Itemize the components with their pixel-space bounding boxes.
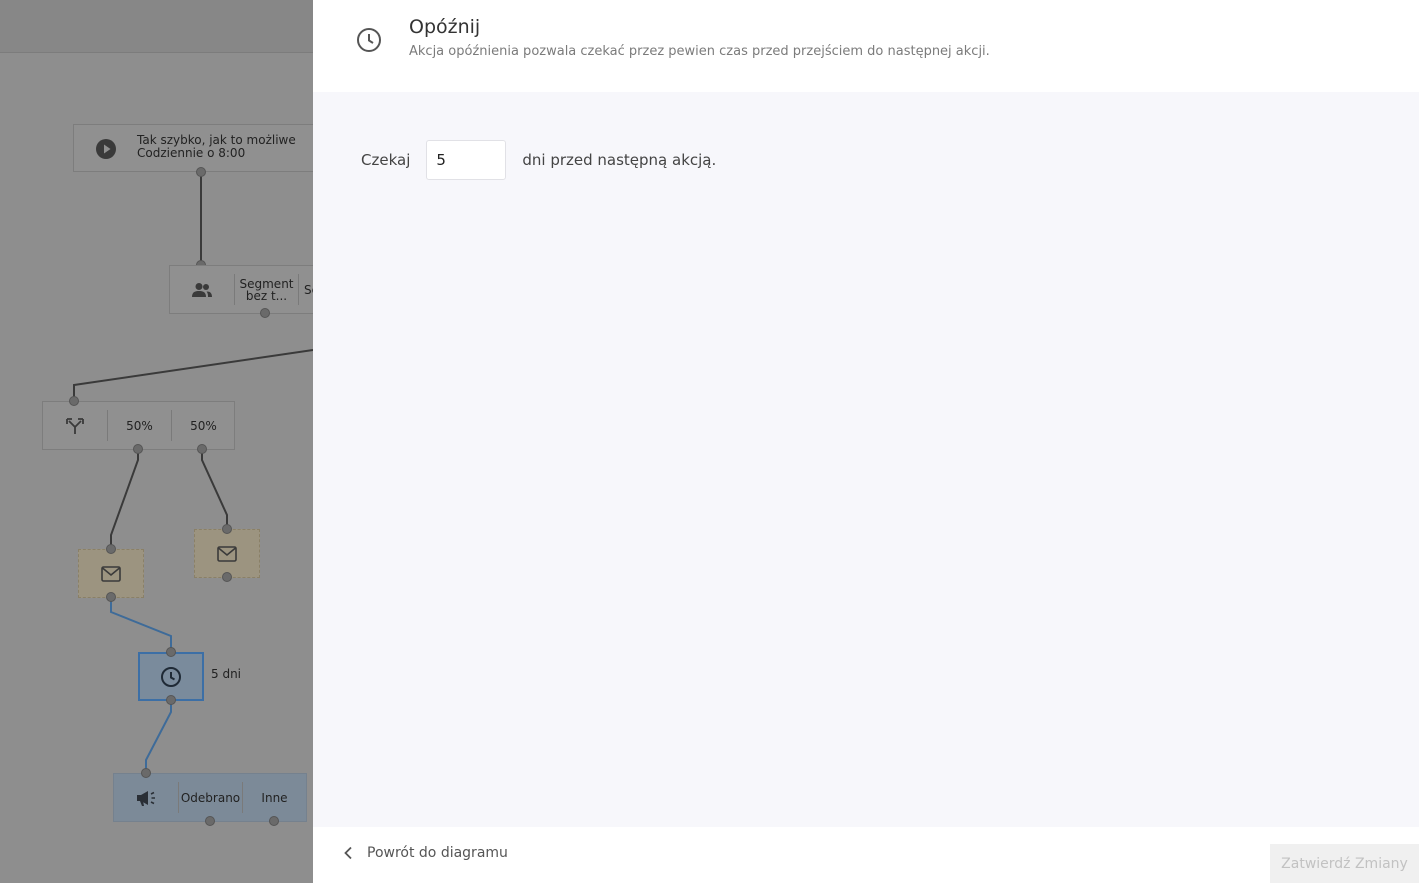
delay-node[interactable] xyxy=(138,652,204,701)
wire-split-email-a xyxy=(110,450,139,549)
campaign-input-port[interactable] xyxy=(141,768,151,778)
split-icon-cell xyxy=(43,402,107,449)
trigger-output-port[interactable] xyxy=(196,167,206,177)
split-branch-a[interactable]: 50% xyxy=(108,402,171,449)
wait-days-input[interactable] xyxy=(426,140,507,180)
split-input-port[interactable] xyxy=(69,396,79,406)
split-output-port-b[interactable] xyxy=(197,444,207,454)
trigger-line-2: Codziennie o 8:00 xyxy=(137,146,246,160)
wait-suffix-label: dni przed następną akcją. xyxy=(522,151,717,169)
panel-header: Opóźnij Akcja opóźnienia pozwala czekać … xyxy=(313,0,1419,92)
delay-output-port[interactable] xyxy=(166,695,176,705)
envelope-icon xyxy=(101,566,121,582)
back-to-diagram-label: Powrót do diagramu xyxy=(367,845,508,861)
panel-title: Opóźnij xyxy=(409,16,481,38)
campaign-branch-received[interactable]: Odebrano xyxy=(179,774,242,821)
wait-setting-row: Czekaj dni przed następną akcją. xyxy=(361,140,716,180)
wire-split-email-b xyxy=(201,450,228,529)
users-icon xyxy=(192,282,212,297)
trigger-node[interactable]: Tak szybko, jak to możliwe Codziennie o … xyxy=(73,124,313,172)
segment-branch-2[interactable]: Se... xyxy=(299,266,313,313)
email-a-output-port[interactable] xyxy=(106,592,116,602)
segment-branch-1[interactable]: Segment bez t... xyxy=(235,266,298,313)
chevron-left-icon xyxy=(344,846,352,860)
segment-node[interactable]: Segment bez t... Se... xyxy=(169,265,313,314)
play-icon xyxy=(96,139,116,159)
panel-footer: Powrót do diagramu Zatwierdź Zmiany xyxy=(313,827,1419,883)
delay-node-label: 5 dni xyxy=(211,667,242,681)
campaign-node[interactable]: Odebrano Inne xyxy=(113,773,307,822)
panel-description: Akcja opóźnienia pozwala czekać przez pe… xyxy=(409,44,990,59)
diagram-canvas[interactable]: Tak szybko, jak to możliwe Codziennie o … xyxy=(0,0,313,883)
wait-prefix-label: Czekaj xyxy=(361,151,411,169)
email-node-b[interactable] xyxy=(194,529,260,578)
campaign-output-port-other[interactable] xyxy=(269,816,279,826)
megaphone-icon xyxy=(137,790,155,806)
email-a-input-port[interactable] xyxy=(106,544,116,554)
back-to-diagram-button[interactable]: Powrót do diagramu xyxy=(343,845,508,861)
confirm-changes-button[interactable]: Zatwierdź Zmiany xyxy=(1270,844,1419,883)
campaign-output-port-received[interactable] xyxy=(205,816,215,826)
delay-input-port[interactable] xyxy=(166,647,176,657)
campaign-branch-other[interactable]: Inne xyxy=(243,774,306,821)
split-arrows-icon xyxy=(66,417,84,434)
segment-output-port[interactable] xyxy=(260,308,270,318)
segment-icon-cell xyxy=(170,266,234,313)
delay-settings-panel: Opóźnij Akcja opóźnienia pozwala czekać … xyxy=(313,0,1419,883)
trigger-text: Tak szybko, jak to możliwe Codziennie o … xyxy=(137,134,296,160)
clock-icon xyxy=(161,667,181,687)
split-output-port-a[interactable] xyxy=(133,444,143,454)
wire-segment-split xyxy=(73,349,313,401)
envelope-icon xyxy=(217,546,237,562)
split-branch-b[interactable]: 50% xyxy=(172,402,235,449)
email-b-output-port[interactable] xyxy=(222,572,232,582)
campaign-icon-cell xyxy=(114,774,178,821)
split-node[interactable]: 50% 50% xyxy=(42,401,235,450)
email-node-a[interactable] xyxy=(78,549,144,598)
wire-delay-campaign xyxy=(145,701,172,773)
wire-email-delay xyxy=(110,598,172,652)
email-b-input-port[interactable] xyxy=(222,524,232,534)
clock-icon xyxy=(357,28,381,52)
